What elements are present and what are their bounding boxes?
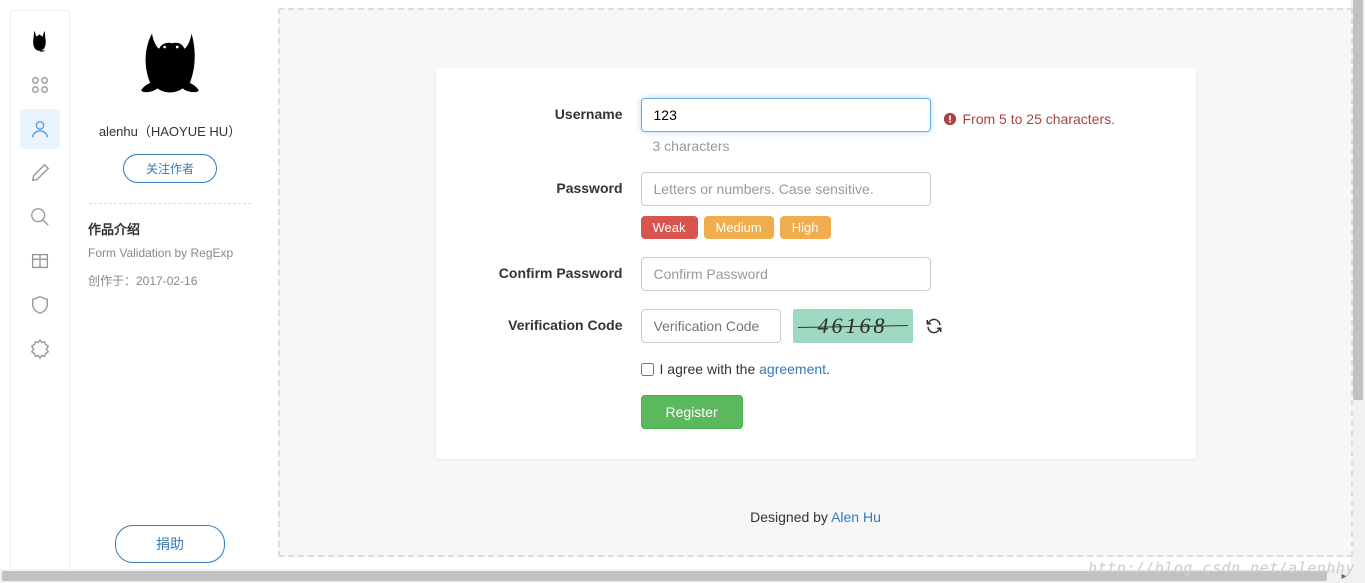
agreement-link[interactable]: agreement xyxy=(759,361,826,377)
confirm-label: Confirm Password xyxy=(466,257,641,281)
grid-icon[interactable] xyxy=(20,65,60,105)
shield-icon[interactable] xyxy=(20,285,60,325)
captcha-image: 46168 xyxy=(793,309,913,343)
intro-subtitle: Form Validation by RegExp xyxy=(88,246,233,260)
main-area: Username From 5 to 25 characters. 3 char… xyxy=(270,0,1365,583)
search-icon[interactable] xyxy=(20,197,60,237)
error-icon xyxy=(943,112,957,126)
badge-weak: Weak xyxy=(641,216,698,239)
avatar xyxy=(125,20,215,110)
agree-checkbox[interactable] xyxy=(641,363,654,376)
divider xyxy=(89,203,251,204)
logo-icon[interactable] xyxy=(20,21,60,61)
strength-badges: Weak Medium High xyxy=(641,216,1166,239)
password-label: Password xyxy=(466,172,641,196)
username-input[interactable] xyxy=(641,98,931,132)
footer-text: Designed by Alen Hu xyxy=(280,509,1351,525)
follow-button[interactable]: 关注作者 xyxy=(123,154,217,183)
author-name: alenhu（HAOYUE HU） xyxy=(99,122,241,142)
verification-label: Verification Code xyxy=(466,309,641,333)
username-error-text: From 5 to 25 characters. xyxy=(963,111,1116,127)
footer-link[interactable]: Alen Hu xyxy=(831,509,881,525)
password-input[interactable] xyxy=(641,172,931,206)
profile-sidebar: alenhu（HAOYUE HU） 关注作者 作品介绍 Form Validat… xyxy=(70,0,270,583)
mini-sidebar xyxy=(10,10,70,573)
donate-button[interactable]: 捐助 xyxy=(115,525,225,563)
verification-input[interactable] xyxy=(641,309,781,343)
register-button[interactable]: Register xyxy=(641,395,743,429)
intro-title: 作品介绍 xyxy=(88,219,140,238)
agree-text: I agree with the agreement. xyxy=(660,361,830,377)
refresh-icon[interactable] xyxy=(925,317,943,335)
form-card: Username From 5 to 25 characters. 3 char… xyxy=(436,68,1196,459)
book-icon[interactable] xyxy=(20,241,60,281)
badge-medium: Medium xyxy=(704,216,774,239)
watermark: http://blog.csdn.net/alenhhy xyxy=(1088,559,1355,577)
intro-date: 创作于：2017-02-16 xyxy=(88,272,197,289)
badge-high: High xyxy=(780,216,831,239)
user-icon[interactable] xyxy=(20,109,60,149)
username-error: From 5 to 25 characters. xyxy=(943,98,1116,132)
preview-box: Username From 5 to 25 characters. 3 char… xyxy=(278,8,1353,557)
username-label: Username xyxy=(466,98,641,122)
gear-icon[interactable] xyxy=(20,329,60,369)
username-hint: 3 characters xyxy=(653,138,1166,154)
pencil-icon[interactable] xyxy=(20,153,60,193)
confirm-input[interactable] xyxy=(641,257,931,291)
